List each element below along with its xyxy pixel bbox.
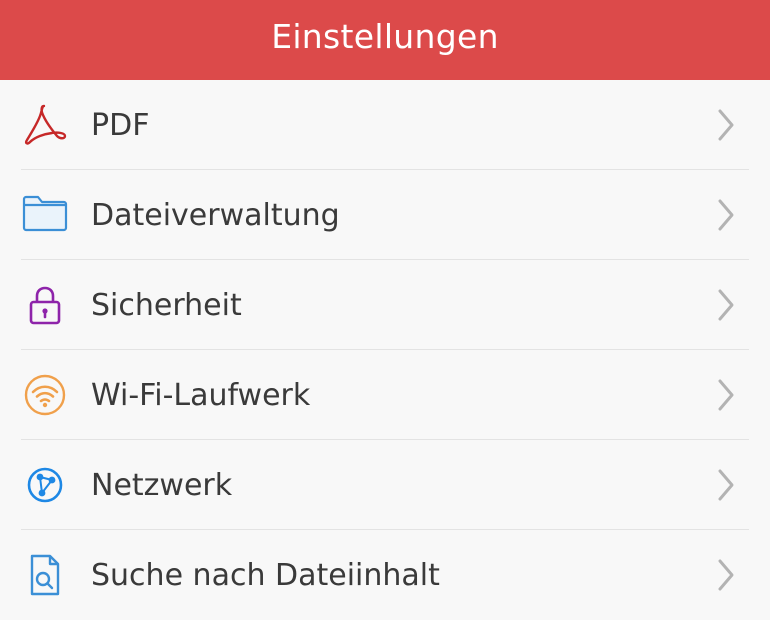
wifi-icon <box>22 372 68 418</box>
network-icon <box>22 462 68 508</box>
settings-item-label: Dateiverwaltung <box>91 197 340 233</box>
settings-item-label: Wi-Fi-Laufwerk <box>91 377 311 413</box>
chevron-right-icon <box>718 109 734 141</box>
chevron-right-icon <box>718 469 734 501</box>
pdf-icon <box>22 102 68 148</box>
search-file-icon <box>22 552 68 598</box>
page-title: Einstellungen <box>271 16 499 56</box>
chevron-right-icon <box>718 199 734 231</box>
settings-item-label: Sicherheit <box>91 287 242 323</box>
settings-item-wifi-drive[interactable]: Wi-Fi-Laufwerk <box>0 350 770 440</box>
settings-item-file-management[interactable]: Dateiverwaltung <box>0 170 770 260</box>
settings-list: PDF Dateiverwaltung Sicherheit Wi-Fi-Lau… <box>0 80 770 620</box>
chevron-right-icon <box>718 379 734 411</box>
settings-item-label: PDF <box>91 107 150 143</box>
settings-item-network[interactable]: Netzwerk <box>0 440 770 530</box>
settings-item-label: Netzwerk <box>91 467 233 503</box>
lock-icon <box>22 282 68 328</box>
settings-item-security[interactable]: Sicherheit <box>0 260 770 350</box>
folder-icon <box>22 192 68 238</box>
settings-item-pdf[interactable]: PDF <box>0 80 770 170</box>
chevron-right-icon <box>718 289 734 321</box>
settings-item-content-search[interactable]: Suche nach Dateiinhalt <box>0 530 770 620</box>
chevron-right-icon <box>718 559 734 591</box>
settings-item-label: Suche nach Dateiinhalt <box>91 557 440 593</box>
navigation-bar: Einstellungen <box>0 0 770 80</box>
